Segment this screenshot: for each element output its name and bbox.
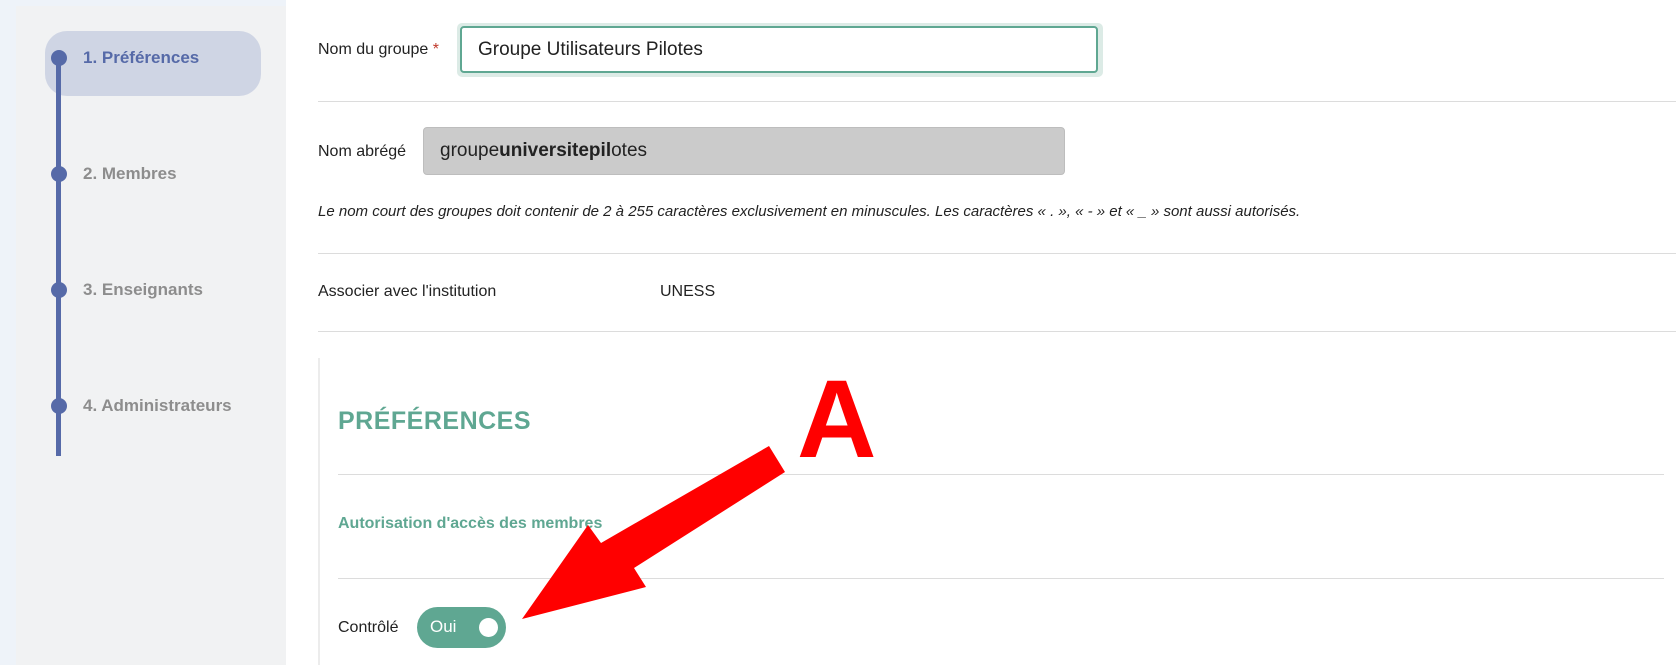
short-name-bold: universitepil <box>499 140 612 161</box>
institution-value: UNESS <box>660 283 716 300</box>
group-name-input[interactable] <box>460 26 1098 73</box>
step-dot-icon <box>51 282 67 298</box>
step-members[interactable]: 2. Membres <box>51 162 177 186</box>
step-label: 1. Préférences <box>83 48 200 67</box>
step-dot-icon <box>51 398 67 414</box>
divider <box>318 331 1676 332</box>
short-name-field[interactable]: groupe universitepil otes <box>423 127 1065 175</box>
short-name-label: Nom abrégé <box>318 143 407 160</box>
annotation-letter: A <box>797 358 877 481</box>
panel-left-border <box>318 358 320 665</box>
institution-label: Associer avec l'institution <box>318 283 497 300</box>
step-teachers[interactable]: 3. Enseignants <box>51 278 203 302</box>
step-label: 2. Membres <box>83 164 177 183</box>
toggle-label: Oui <box>430 617 457 636</box>
step-label: 3. Enseignants <box>83 280 203 299</box>
group-name-label: Nom du groupe * <box>318 41 439 59</box>
access-authorization-heading: Autorisation d'accès des membres <box>338 515 603 532</box>
step-preferences[interactable]: 1. Préférences <box>51 46 199 70</box>
short-name-prefix: groupe <box>440 140 500 161</box>
step-dot-icon <box>51 50 67 66</box>
toggle-knob <box>479 618 498 637</box>
page: 1. Préférences 2. Membres 3. Enseignants… <box>0 0 1676 665</box>
divider <box>318 101 1676 102</box>
divider <box>338 474 1664 475</box>
controlled-label: Contrôlé <box>338 619 399 636</box>
short-name-hint: Le nom court des groupes doit contenir d… <box>318 203 1301 220</box>
preferences-heading: PRÉFÉRENCES <box>338 407 532 435</box>
main-panel <box>286 0 1676 665</box>
short-name-suffix: otes <box>611 140 648 161</box>
group-name-label-text: Nom du groupe <box>318 41 429 58</box>
controlled-toggle[interactable]: Oui <box>417 607 506 648</box>
step-dot-icon <box>51 166 67 182</box>
divider <box>318 253 1676 254</box>
step-administrators[interactable]: 4. Administrateurs <box>51 394 232 418</box>
required-mark: * <box>432 41 439 58</box>
divider <box>338 578 1664 579</box>
step-label: 4. Administrateurs <box>83 396 232 415</box>
